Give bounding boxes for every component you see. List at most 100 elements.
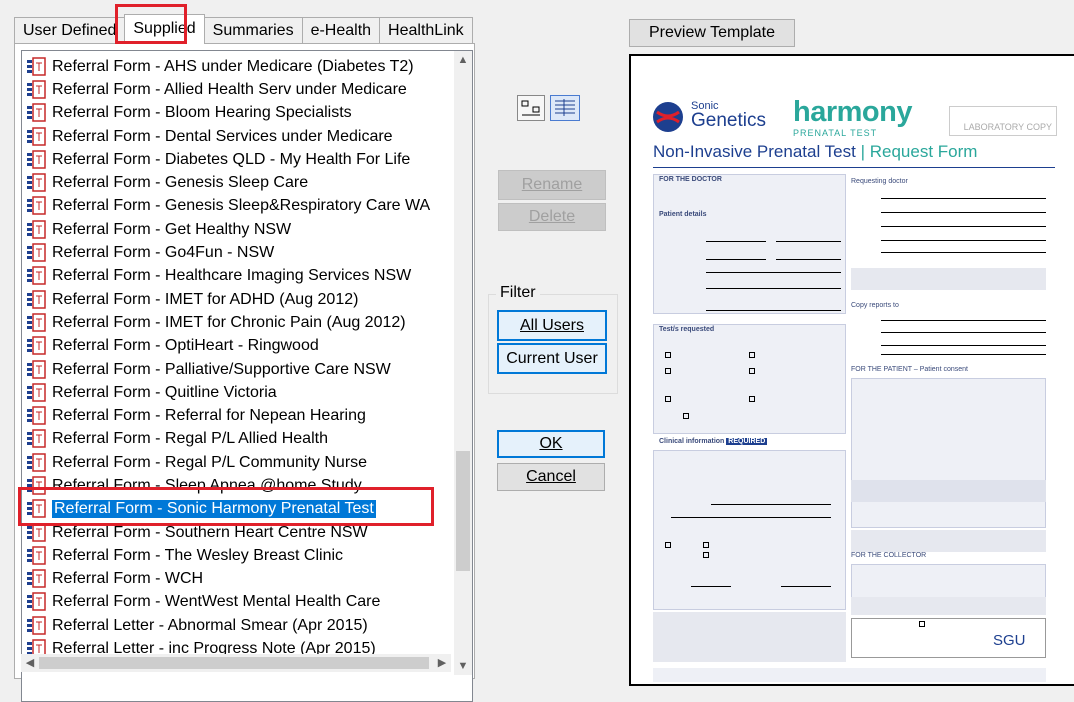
template-items: Referral Form - AHS under Medicare (Diab… bbox=[24, 55, 432, 661]
list-item-label: Referral Form - Referral for Nepean Hear… bbox=[52, 407, 366, 425]
ok-button[interactable]: OK bbox=[497, 430, 605, 458]
delete-button[interactable]: Delete bbox=[498, 203, 606, 231]
tab-summaries[interactable]: Summaries bbox=[203, 17, 303, 44]
tab-healthlink[interactable]: HealthLink bbox=[379, 17, 473, 44]
list-item-label: Referral Letter - Abnormal Smear (Apr 20… bbox=[52, 616, 368, 634]
list-item[interactable]: Referral Form - Allied Health Serv under… bbox=[24, 78, 432, 101]
list-item[interactable]: Referral Form - Get Healthy NSW bbox=[24, 218, 432, 241]
list-item[interactable]: Referral Form - Referral for Nepean Hear… bbox=[24, 404, 432, 427]
for-doctor-heading: FOR THE DOCTOR bbox=[659, 176, 722, 183]
rename-button[interactable]: Rename bbox=[498, 170, 606, 200]
document-template-icon bbox=[26, 406, 48, 426]
document-template-icon bbox=[26, 103, 48, 123]
document-template-icon bbox=[26, 616, 48, 636]
document-template-icon bbox=[26, 383, 48, 403]
clinical-info-heading: Clinical information REQUIRED bbox=[659, 438, 768, 445]
all-users-button[interactable]: All Users bbox=[497, 310, 607, 341]
list-item[interactable]: Referral Form - Genesis Sleep Care bbox=[24, 171, 432, 194]
template-list-panel: Referral Form - AHS under Medicare (Diab… bbox=[14, 43, 475, 702]
list-item[interactable]: Referral Form - Regal P/L Community Nurs… bbox=[24, 451, 432, 474]
list-item[interactable]: Referral Form - Go4Fun - NSW bbox=[24, 241, 432, 264]
brand-prenatal-test: PRENATAL TEST bbox=[793, 128, 878, 138]
document-template-icon bbox=[26, 569, 48, 589]
list-item-label: Referral Form - Bloom Hearing Specialist… bbox=[52, 104, 352, 122]
list-item[interactable]: Referral Form - The Wesley Breast Clinic bbox=[24, 544, 432, 567]
list-item-label: Referral Form - Allied Health Serv under… bbox=[52, 80, 407, 98]
list-item[interactable]: Referral Form - Bloom Hearing Specialist… bbox=[24, 102, 432, 125]
list-item-label: Referral Form - AHS under Medicare (Diab… bbox=[52, 57, 414, 75]
list-item-label: Referral Form - Healthcare Imaging Servi… bbox=[52, 267, 412, 285]
scroll-up-icon[interactable]: ▲ bbox=[454, 51, 472, 69]
list-item[interactable]: Referral Form - Regal P/L Allied Health bbox=[24, 428, 432, 451]
list-item-label: Referral Form - OptiHeart - Ringwood bbox=[52, 337, 319, 355]
list-item[interactable]: Referral Form - Dental Services under Me… bbox=[24, 125, 432, 148]
form-title-main: Non-Invasive Prenatal Test bbox=[653, 142, 856, 161]
document-template-icon bbox=[26, 80, 48, 100]
patient-details-heading: Patient details bbox=[659, 211, 707, 218]
list-item[interactable]: Referral Form - OptiHeart - Ringwood bbox=[24, 335, 432, 358]
form-title-separator: | bbox=[860, 142, 866, 161]
document-template-icon bbox=[26, 289, 48, 310]
document-template-icon bbox=[26, 56, 48, 77]
for-doctor-section bbox=[653, 174, 846, 314]
list-item[interactable]: Referral Form - IMET for ADHD (Aug 2012) bbox=[24, 288, 432, 311]
document-template-icon bbox=[26, 359, 48, 380]
list-item[interactable]: Referral Form - Palliative/Supportive Ca… bbox=[24, 358, 432, 381]
scroll-left-icon[interactable]: ◀ bbox=[21, 654, 39, 672]
list-item[interactable]: Referral Form - IMET for Chronic Pain (A… bbox=[24, 311, 432, 334]
list-item-label: Referral Form - Genesis Sleep&Respirator… bbox=[52, 197, 431, 215]
horizontal-scrollbar[interactable]: ◀ ▶ bbox=[21, 654, 451, 672]
vertical-scroll-thumb[interactable] bbox=[456, 451, 470, 571]
list-item-label: Referral Form - Dental Services under Me… bbox=[52, 127, 393, 145]
sonic-genetics-logo-icon bbox=[653, 102, 683, 132]
details-view-icon[interactable] bbox=[550, 95, 580, 121]
list-item[interactable]: Referral Form - Healthcare Imaging Servi… bbox=[24, 265, 432, 288]
document-template-icon bbox=[26, 266, 48, 286]
document-template-icon bbox=[26, 313, 48, 333]
list-item-label: Referral Form - Palliative/Supportive Ca… bbox=[52, 360, 391, 378]
horizontal-scroll-thumb[interactable] bbox=[39, 657, 429, 669]
brand-genetics: Genetics bbox=[691, 110, 766, 131]
template-preview: Sonic Genetics harmony PRENATAL TEST LAB… bbox=[629, 54, 1074, 686]
list-item-label: Referral Form - The Wesley Breast Clinic bbox=[52, 546, 344, 564]
list-view-icon[interactable] bbox=[517, 95, 545, 121]
template-listbox[interactable]: Referral Form - AHS under Medicare (Diab… bbox=[21, 50, 473, 702]
list-item-label: Referral Form - Diabetes QLD - My Health… bbox=[52, 150, 411, 168]
list-item[interactable]: Referral Letter - Abnormal Smear (Apr 20… bbox=[24, 614, 432, 637]
document-template-icon bbox=[26, 173, 48, 193]
scroll-right-icon[interactable]: ▶ bbox=[433, 654, 451, 672]
document-template-icon bbox=[26, 150, 48, 170]
list-item[interactable]: Referral Form - Diabetes QLD - My Health… bbox=[24, 148, 432, 171]
list-item[interactable]: Referral Form - WentWest Mental Health C… bbox=[24, 591, 432, 614]
list-item-label: Referral Form - Go4Fun - NSW bbox=[52, 244, 275, 262]
document-template-icon bbox=[26, 126, 48, 147]
laboratory-copy: LABORATORY COPY bbox=[949, 106, 1057, 136]
cancel-button[interactable]: Cancel bbox=[497, 463, 605, 491]
list-item-label: Referral Form - Genesis Sleep Care bbox=[52, 174, 309, 192]
sgu-label: SGU bbox=[993, 632, 1026, 649]
list-item-label: Referral Form - WentWest Mental Health C… bbox=[52, 593, 381, 611]
list-item[interactable]: Referral Form - Quitline Victoria bbox=[24, 381, 432, 404]
current-user-button[interactable]: Current User bbox=[497, 343, 607, 374]
tests-requested-heading: Test/s requested bbox=[659, 326, 715, 333]
list-item[interactable]: Referral Form - WCH bbox=[24, 568, 432, 591]
list-item-label: Referral Form - WCH bbox=[52, 570, 204, 588]
document-template-icon bbox=[26, 336, 48, 356]
list-item[interactable]: Referral Form - AHS under Medicare (Diab… bbox=[24, 55, 432, 78]
tab-user-defined[interactable]: User Defined bbox=[14, 17, 126, 44]
tab-e-health[interactable]: e-Health bbox=[301, 17, 381, 44]
vertical-scrollbar[interactable]: ▲ ▼ bbox=[454, 51, 472, 675]
document-template-icon bbox=[26, 196, 48, 216]
list-item-label: Referral Form - Regal P/L Community Nurs… bbox=[52, 453, 368, 471]
list-item-label: Referral Form - Southern Heart Centre NS… bbox=[52, 523, 368, 541]
form-title: Non-Invasive Prenatal Test | Request For… bbox=[653, 142, 977, 162]
preview-template-button[interactable]: Preview Template bbox=[629, 19, 795, 47]
list-item-label: Referral Form - Get Healthy NSW bbox=[52, 220, 292, 238]
filter-title: Filter bbox=[496, 284, 540, 302]
form-title-sub: Request Form bbox=[869, 142, 978, 161]
selected-item-highlight bbox=[18, 487, 434, 526]
for-collector-heading: FOR THE COLLECTOR bbox=[851, 552, 927, 559]
scroll-down-icon[interactable]: ▼ bbox=[454, 657, 472, 675]
document-template-icon bbox=[26, 592, 48, 612]
list-item[interactable]: Referral Form - Genesis Sleep&Respirator… bbox=[24, 195, 432, 218]
